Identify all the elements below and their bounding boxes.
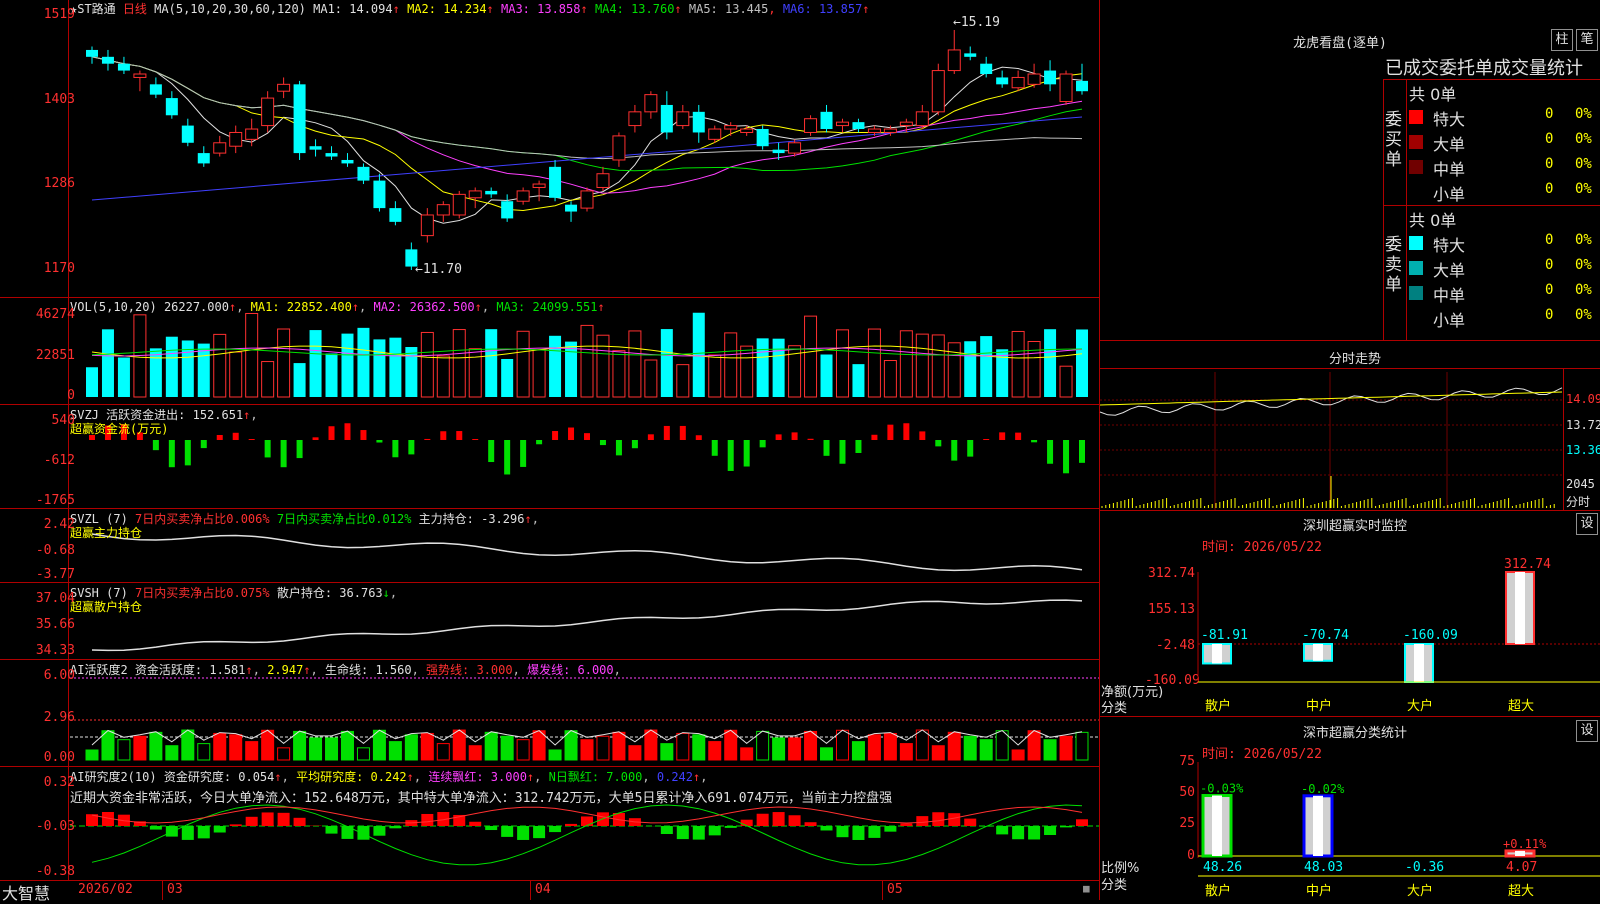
fenshi-price-line [1100, 388, 1562, 415]
monitor-bar-label: -160.09 [1403, 628, 1458, 643]
monitor-bar-highlight [1313, 644, 1323, 661]
monitor-cat-label: 超大 [1508, 699, 1534, 714]
monitor-bar-highlight [1515, 572, 1525, 644]
class-bar-delta: -0.02% [1301, 782, 1345, 796]
class-bar-value: 4.07 [1506, 860, 1537, 875]
fenshi-avg-line [1100, 392, 1562, 405]
class-bar-value: 48.03 [1304, 860, 1343, 875]
class-cat-label: 大户 [1407, 883, 1433, 899]
monitor-cat-label: 中户 [1306, 698, 1332, 714]
monitor-cat-label: 散户 [1205, 698, 1231, 714]
class-bar-value: 48.26 [1203, 860, 1242, 875]
class-cat-label: 超大 [1508, 884, 1534, 899]
class-cat-label: 散户 [1205, 883, 1231, 899]
monitor-bar-label: -81.91 [1201, 628, 1248, 643]
right-panel-svg: -81.91 散户 -70.74 中户 -160.09 大户 312.74 超大 -0.03% 4… [0, 0, 1600, 900]
class-bar-highlight [1515, 851, 1525, 856]
monitor-cat-label: 大户 [1407, 698, 1433, 714]
class-bar-highlight [1313, 796, 1323, 856]
class-bar-delta: -0.03% [1200, 782, 1244, 796]
class-bar-highlight [1212, 796, 1222, 856]
monitor-bar-highlight [1212, 644, 1222, 663]
monitor-bar-label: 312.74 [1504, 557, 1551, 572]
monitor-bar-label: -70.74 [1302, 628, 1349, 643]
class-bar-value: -0.36 [1405, 860, 1444, 875]
monitor-bar-highlight [1414, 644, 1424, 682]
class-bar-delta: +0.11% [1503, 837, 1547, 851]
class-cat-label: 中户 [1306, 883, 1332, 899]
